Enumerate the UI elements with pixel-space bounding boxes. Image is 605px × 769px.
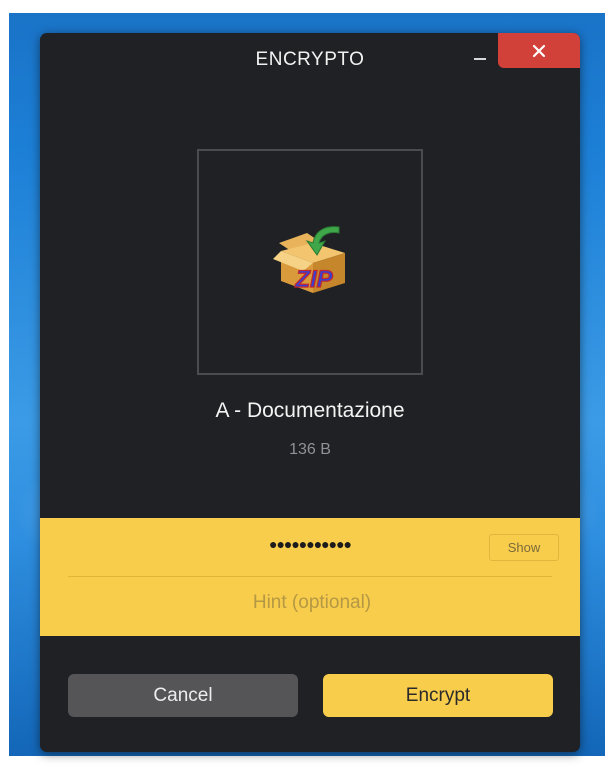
zip-archive-icon: ZIP: [273, 226, 345, 294]
password-panel: ●●●●●●●●●●● Show: [40, 518, 580, 636]
title-bar[interactable]: ENCRYPTO: [40, 33, 580, 89]
svg-text:ZIP: ZIP: [294, 266, 333, 293]
encrypto-window: ENCRYPTO ZIP A - Documentazione 136 B ●●…: [40, 33, 580, 752]
minimize-icon: [474, 58, 486, 60]
file-size: 136 B: [289, 441, 331, 458]
cancel-button[interactable]: Cancel: [68, 674, 298, 717]
file-drop-area[interactable]: ZIP: [197, 149, 423, 375]
field-divider: [68, 576, 552, 577]
close-button[interactable]: [498, 33, 580, 68]
hint-input[interactable]: [68, 582, 556, 624]
file-name: A - Documentazione: [215, 399, 405, 422]
encrypt-button[interactable]: Encrypt: [323, 674, 553, 717]
close-icon: [532, 44, 546, 57]
show-password-button[interactable]: Show: [489, 534, 559, 561]
minimize-button[interactable]: [463, 45, 497, 73]
